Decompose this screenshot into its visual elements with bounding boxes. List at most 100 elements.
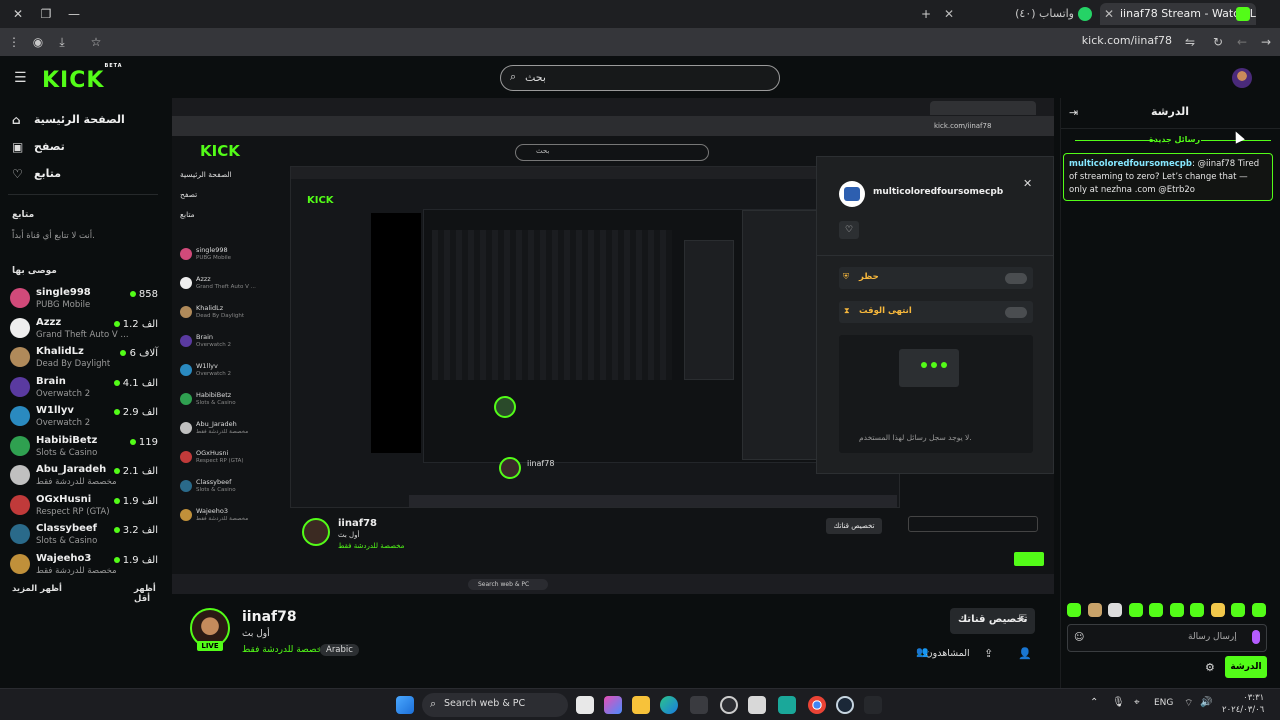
chat-input[interactable]: ☺ إرسال رسالة: [1067, 624, 1267, 652]
emote-icon[interactable]: [1169, 603, 1184, 617]
follow-user-icon[interactable]: 👤: [1018, 647, 1032, 660]
steam-icon[interactable]: [836, 696, 854, 714]
nested-url: kick.com/iinaf78: [934, 122, 992, 130]
chrome-icon[interactable]: [808, 696, 826, 714]
new-tab-icon[interactable]: +: [918, 6, 934, 22]
url-text[interactable]: kick.com/iinaf78: [1082, 34, 1172, 47]
tray-language[interactable]: ENG: [1154, 698, 1173, 708]
taskbar-search[interactable]: ⌕ Search web & PC: [422, 693, 568, 717]
copilot-icon[interactable]: [604, 696, 622, 714]
bookmark-star-icon[interactable]: ☆: [88, 34, 104, 50]
nested-channel-game: Slots & Casino: [196, 487, 236, 493]
emote-icon[interactable]: [1210, 603, 1225, 617]
chat-settings-gear-icon[interactable]: ⚙: [1205, 661, 1215, 674]
media-player-icon[interactable]: [748, 696, 766, 714]
store-icon[interactable]: [690, 696, 708, 714]
recommended-channel-item[interactable]: HabibiBetz Slots & Casino 119: [10, 434, 160, 462]
menu-kebab-icon[interactable]: ⋮: [6, 34, 22, 50]
emote-icon[interactable]: [1067, 603, 1081, 617]
tray-volume-icon[interactable]: 🔊: [1200, 697, 1212, 708]
tray-location-icon[interactable]: ⌖: [1134, 697, 1140, 708]
emote-icon[interactable]: [1190, 603, 1204, 617]
chat-message[interactable]: multicoloredfoursomecpb: @iinaf78 Tired …: [1063, 153, 1273, 201]
tab-whatsapp[interactable]: ✕ (٤٠) واتساب: [940, 3, 1098, 25]
nested-user-card-username: multicoloredfoursomecpb: [873, 187, 1004, 197]
browser-tab-strip: ✕ ❐ — + ✕ (٤٠) واتساب ✕ iinaf78 Stream -…: [0, 0, 1280, 28]
tray-wifi-icon[interactable]: ⌔: [1184, 697, 1193, 710]
chat-input-placeholder: إرسال رسالة: [1188, 632, 1237, 642]
nested-nav-home: الصفحة الرئيسية: [180, 170, 232, 179]
tray-mic-icon[interactable]: 🎙: [1112, 697, 1125, 708]
hamburger-menu-icon[interactable]: ☰: [14, 70, 27, 86]
channel-viewers: الف 3.2: [111, 525, 158, 536]
emote-icon[interactable]: [1108, 603, 1122, 617]
app-icon[interactable]: [778, 696, 796, 714]
video-player[interactable]: kick.com/iinaf78 KICK بحث الصفحة الرئيسي…: [172, 98, 1054, 594]
nested-dot: [941, 362, 947, 368]
chat-username[interactable]: multicoloredfoursomecpb: [1069, 159, 1192, 169]
emote-icon[interactable]: [1231, 603, 1245, 617]
nested-chat-input: [908, 516, 1038, 532]
share-icon[interactable]: ⇪: [984, 647, 993, 660]
obs-icon[interactable]: [720, 696, 738, 714]
viewer-count: الف 3.2: [122, 525, 158, 536]
restore-window-icon[interactable]: ❐: [38, 6, 54, 22]
search-input[interactable]: ⌕ بحث: [500, 65, 780, 91]
emote-icon[interactable]: [1128, 603, 1143, 617]
channel-name: Brain: [36, 375, 66, 387]
microphone-icon[interactable]: [1252, 630, 1260, 644]
close-tab-icon[interactable]: ✕: [944, 3, 954, 25]
recommended-channel-item[interactable]: Wajeeho3 مخصصة للدردشة فقط الف 1.9: [10, 552, 160, 580]
tray-chevron-icon[interactable]: ⌃: [1090, 697, 1098, 708]
customize-channel-button[interactable]: تخصيص قناتك ⇱: [950, 608, 1035, 634]
viewer-count: 858: [138, 289, 158, 300]
recommended-channel-item[interactable]: Classybeef Slots & Casino الف 3.2: [10, 522, 160, 550]
language-tag[interactable]: Arabic: [320, 644, 359, 656]
nested-address-bar: [172, 116, 1054, 136]
forward-icon[interactable]: ←: [1234, 34, 1250, 50]
nav-label: تصفح: [34, 140, 65, 153]
close-tab-icon[interactable]: ✕: [1104, 3, 1114, 25]
tab-kick-stream[interactable]: ✕ iinaf78 Stream - Watch Live on: [1100, 3, 1256, 25]
recommended-channel-item[interactable]: Brain Overwatch 2 الف 4.1: [10, 375, 160, 403]
stream-info-bar: LIVE iinaf78 أول بث مخصصة للدردشة فقط Ar…: [172, 600, 1054, 680]
close-window-icon[interactable]: ✕: [10, 6, 26, 22]
nested-taskbar: [172, 574, 1054, 594]
nested-ban-toggle: [1005, 273, 1027, 284]
recommended-channel-item[interactable]: OGxHusni Respect RP (GTA) الف 1.9: [10, 493, 160, 521]
davinci-icon[interactable]: [864, 696, 882, 714]
minimize-window-icon[interactable]: —: [66, 6, 82, 22]
recommended-channel-item[interactable]: Abu_Jaradeh مخصصة للدردشة فقط الف 2.1: [10, 463, 160, 491]
user-avatar[interactable]: [1232, 68, 1252, 88]
file-explorer-icon[interactable]: [632, 696, 650, 714]
profile-icon[interactable]: ◉: [30, 34, 46, 50]
emote-icon[interactable]: [1251, 603, 1266, 617]
reload-icon[interactable]: ↻: [1210, 34, 1226, 50]
recommended-channel-item[interactable]: single998 PUBG Mobile 858: [10, 286, 160, 314]
back-icon[interactable]: →: [1258, 34, 1274, 50]
kick-logo[interactable]: KICKBETA: [42, 63, 123, 93]
emoji-icon[interactable]: ☺: [1074, 632, 1084, 643]
nested-ban-row: حظر ⛨: [839, 267, 1033, 289]
tray-clock[interactable]: ٠٣:٣١ ٢٠٢٤/٠٣/٠٦: [1222, 692, 1264, 716]
show-less-link[interactable]: أظهر أقل: [134, 584, 162, 604]
recommended-channel-item[interactable]: KhalidLz Dead By Daylight آلاف 6: [10, 345, 160, 373]
recommended-channel-item[interactable]: W1llyv Overwatch 2 الف 2.9: [10, 404, 160, 432]
show-more-link[interactable]: أظهر المزيد: [12, 584, 62, 594]
edge-icon[interactable]: [660, 696, 678, 714]
nested-streamer-avatar: [302, 518, 330, 546]
windows-start-icon[interactable]: [396, 696, 414, 714]
channel-name[interactable]: iinaf78: [242, 609, 297, 625]
chat-send-button[interactable]: الدرشة: [1225, 656, 1267, 678]
nested-channel-name: single998: [196, 246, 228, 254]
task-view-icon[interactable]: [576, 696, 594, 714]
recommended-channel-item[interactable]: Azzz Grand Theft Auto V ... الف 1.2: [10, 316, 160, 344]
stream-category[interactable]: مخصصة للدردشة فقط: [242, 645, 327, 655]
download-icon[interactable]: ⤓: [54, 34, 70, 50]
emote-icon[interactable]: [1087, 603, 1102, 617]
site-settings-icon[interactable]: ⇋: [1182, 34, 1198, 50]
nested-channel-avatar: [180, 277, 192, 289]
emote-icon[interactable]: [1149, 603, 1163, 617]
collapse-chat-icon[interactable]: ⇥: [1069, 106, 1078, 119]
viewer-count: الف 2.9: [122, 407, 158, 418]
